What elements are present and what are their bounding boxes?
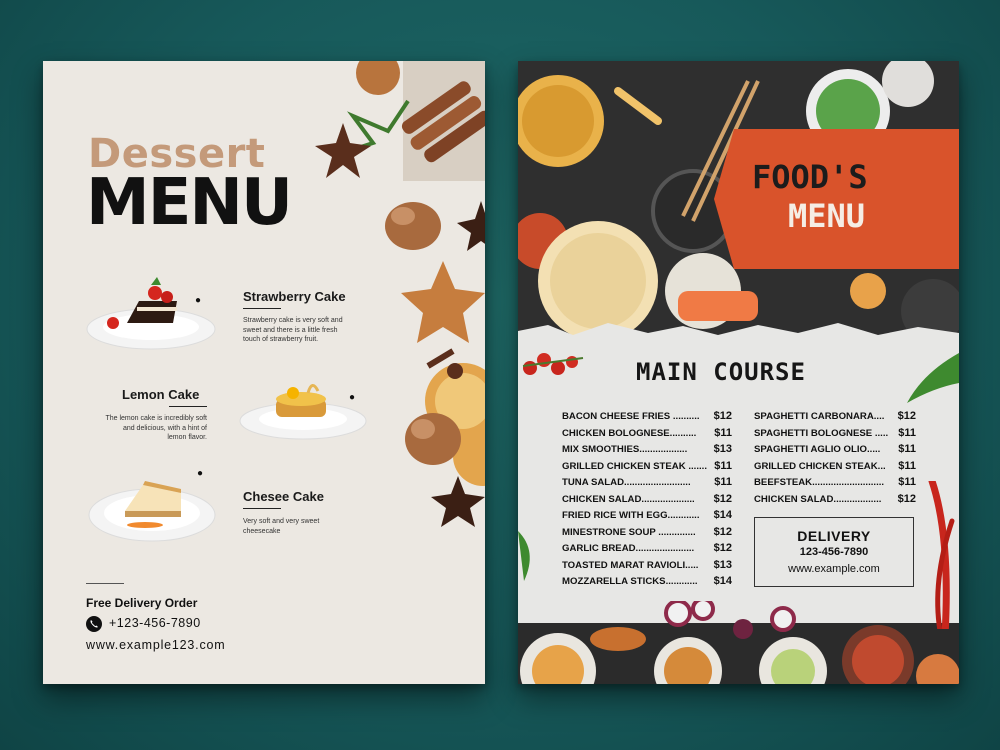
delivery-box: DELIVERY 123-456-7890 www.example.com xyxy=(754,517,914,587)
menu-item-name: MOZZARELLA STICKS............ xyxy=(562,576,698,587)
menu-item-name: SPAGHETTI BOLOGNESE ..... xyxy=(754,427,889,439)
menu-item-row: SPAGHETTI BOLOGNESE ..... $11 xyxy=(754,427,916,444)
menu-item-name: TUNA SALAD......................... xyxy=(562,477,691,488)
menu-item-row: SPAGHETTI CARBONARA.... $12 xyxy=(754,410,916,427)
divider xyxy=(243,308,281,309)
menu-item-row: TUNA SALAD......................... $11 xyxy=(562,476,732,493)
menu-item-row: TOASTED MARAT RAVIOLI..... $13 xyxy=(562,559,732,576)
menu-item-price: $11 xyxy=(714,426,732,439)
menu-item-price: $12 xyxy=(897,492,916,505)
menu-item-name: GRILLED CHICKEN STEAK ....... xyxy=(562,460,707,472)
item-strawberry-cake-desc: Strawberry cake is very soft and sweet an… xyxy=(243,317,343,343)
menu-item-name: GARLIC BREAD...................... xyxy=(562,543,695,554)
menu-item-price: $13 xyxy=(713,443,732,455)
menu-item-row: GRILLED CHICKEN STEAK ....... $11 xyxy=(562,460,732,477)
divider xyxy=(169,406,207,407)
menu-item-name: TOASTED MARAT RAVIOLI..... xyxy=(562,559,699,571)
splash-icon: ● xyxy=(197,468,204,479)
menu-item-row: GARLIC BREAD...................... $12 xyxy=(562,542,732,559)
menu-column-right: SPAGHETTI CARBONARA.... $12 SPAGHETTI BOLO… xyxy=(754,410,916,509)
menu-item-name: CHICKEN SALAD.................... xyxy=(562,493,695,505)
herb-decoration xyxy=(518,531,530,581)
menu-item-price: $12 xyxy=(713,492,732,505)
dessert-menu-poster: Dessert MENU ● Strawberry Cake Strawberr… xyxy=(43,61,485,684)
menu-item-row: BEEFSTEAK........................... $11 xyxy=(754,476,916,493)
menu-item-name: FRIED RICE WITH EGG............ xyxy=(562,510,700,521)
foods-title-line1: FOOD'S xyxy=(752,158,868,196)
menu-item-price: $14 xyxy=(713,575,732,587)
menu-item-row: CHICKEN SALAD.................... $12 xyxy=(562,493,732,510)
leaf-decoration xyxy=(907,353,959,403)
menu-item-name: BEEFSTEAK........................... xyxy=(754,477,885,488)
menu-item-name: SPAGHETTI AGLIO OLIO..... xyxy=(754,444,881,455)
menu-item-price: $12 xyxy=(713,525,732,538)
dessert-title-main: MENU xyxy=(86,166,293,240)
cheese-cake-image xyxy=(88,481,216,542)
delivery-website: www.example.com xyxy=(788,563,880,575)
menu-item-row: BACON CHEESE FRIES .......... $12 xyxy=(562,410,732,427)
menu-item-price: $11 xyxy=(898,459,916,472)
menu-item-row: MINESTRONE SOUP .............. $12 xyxy=(562,526,732,543)
menu-item-row: GRILLED CHICKEN STEAK... $11 xyxy=(754,460,916,477)
food-collage-bottom xyxy=(518,601,959,684)
foods-menu-poster: FOOD'S MENU MAIN COURSE BACON CHEESE FRI… xyxy=(518,61,959,684)
delivery-title: DELIVERY xyxy=(797,528,871,544)
menu-item-price: $11 xyxy=(714,476,732,488)
main-course-heading: MAIN COURSE xyxy=(636,358,806,386)
menu-item-name: BACON CHEESE FRIES .......... xyxy=(562,411,700,422)
phone-number: +123-456-7890 xyxy=(109,616,201,630)
footer-divider xyxy=(86,583,124,584)
menu-item-row: FRIED RICE WITH EGG............ $14 xyxy=(562,509,732,526)
menu-item-price: $12 xyxy=(713,410,732,422)
menu-column-left: BACON CHEESE FRIES .......... $12 CHICKEN … xyxy=(562,410,732,592)
menu-item-row: MOZZARELLA STICKS............ $14 xyxy=(562,575,732,592)
menu-item-price: $12 xyxy=(897,410,916,422)
delivery-phone: 123-456-7890 xyxy=(799,546,869,558)
divider xyxy=(243,508,281,509)
menu-item-name: MINESTRONE SOUP .............. xyxy=(562,526,696,538)
menu-item-name: CHICKEN SALAD.................. xyxy=(754,493,882,505)
foods-title-line2: MENU xyxy=(788,197,866,235)
splash-icon: ● xyxy=(349,392,356,403)
lemon-cake-image xyxy=(239,384,367,440)
menu-item-price: $11 xyxy=(898,426,916,439)
item-cheese-cake-desc: Very soft and very sweet cheesecake xyxy=(243,518,320,535)
menu-item-name: CHICKEN BOLOGNESE.......... xyxy=(562,427,697,439)
menu-item-price: $13 xyxy=(713,558,732,571)
menu-item-price: $11 xyxy=(898,443,916,455)
menu-item-price: $11 xyxy=(898,476,916,488)
menu-item-row: CHICKEN BOLOGNESE.......... $11 xyxy=(562,427,732,444)
phone-icon xyxy=(86,616,102,632)
item-strawberry-cake-name: Strawberry Cake xyxy=(243,289,346,304)
menu-item-row: MIX SMOOTHIES.................. $13 xyxy=(562,443,732,460)
menu-item-row: SPAGHETTI AGLIO OLIO..... $11 xyxy=(754,443,916,460)
menu-item-row: CHICKEN SALAD.................. $12 xyxy=(754,493,916,510)
website: www.example123.com xyxy=(86,638,226,652)
menu-item-price: $12 xyxy=(713,542,732,554)
item-lemon-cake-desc: The lemon cake is incredibly soft and del… xyxy=(105,415,207,441)
item-lemon-cake-name: Lemon Cake xyxy=(122,387,200,402)
menu-item-price: $14 xyxy=(713,509,732,521)
menu-item-price: $11 xyxy=(714,459,732,472)
menu-item-name: GRILLED CHICKEN STEAK... xyxy=(754,460,886,472)
free-delivery-title: Free Delivery Order xyxy=(86,596,198,610)
item-cheese-cake-name: Chesee Cake xyxy=(243,489,324,504)
tomato-decoration xyxy=(522,353,584,375)
splash-icon: ● xyxy=(195,295,202,306)
menu-item-name: MIX SMOOTHIES.................. xyxy=(562,444,688,455)
menu-item-name: SPAGHETTI CARBONARA.... xyxy=(754,411,885,422)
strawberry-cake-image xyxy=(86,277,216,350)
